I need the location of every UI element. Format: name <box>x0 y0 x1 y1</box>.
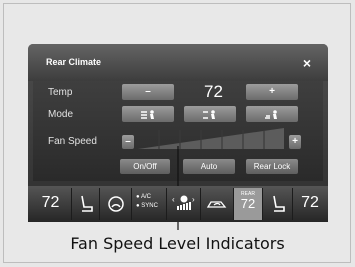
driver-temp[interactable]: 72 <box>30 188 72 220</box>
driver-seat-heat-button[interactable] <box>72 188 100 220</box>
auto-button[interactable]: Auto <box>183 159 235 174</box>
heated-steering-icon <box>107 196 124 212</box>
temp-down-button[interactable]: – <box>122 84 174 100</box>
ac-label: A/C <box>140 194 151 200</box>
mode-foot-icon <box>265 110 277 119</box>
temp-up-button[interactable]: + <box>246 84 298 100</box>
window-title: Rear Climate <box>46 57 102 67</box>
sync-label: SYNC <box>141 203 158 209</box>
figure-caption: Fan Speed Level Indicators <box>70 234 285 253</box>
close-icon[interactable]: × <box>298 54 316 72</box>
mode-face-icon <box>141 110 154 119</box>
seat-icon <box>272 195 285 212</box>
temp-label: Temp <box>48 87 73 98</box>
mode-foot-button[interactable] <box>246 106 298 122</box>
temp-value: 72 <box>204 82 223 101</box>
svg-text:‹: ‹ <box>172 195 175 204</box>
fan-speed-label: Fan Speed <box>48 136 97 147</box>
fan-icon: ‹ › <box>172 195 195 210</box>
mode-face-button[interactable] <box>122 106 174 122</box>
passenger-seat-heat-button[interactable] <box>263 188 293 220</box>
fan-up-button[interactable]: + <box>289 135 301 149</box>
fan-button[interactable]: ‹ › <box>167 188 201 220</box>
rear-temp: 72 <box>240 196 256 211</box>
passenger-temp[interactable]: 72 <box>293 188 327 220</box>
mode-bilevel-button[interactable] <box>184 106 236 122</box>
mode-bilevel-icon <box>203 110 215 119</box>
rear-climate-button[interactable]: REAR 72 <box>234 188 263 220</box>
on-off-button[interactable]: On/Off <box>120 159 170 174</box>
fan-down-button[interactable]: – <box>122 135 134 149</box>
ac-sync-button[interactable]: ● A/C ● SYNC <box>132 188 167 220</box>
rear-lock-button[interactable]: Rear Lock <box>246 159 298 174</box>
svg-text:›: › <box>192 195 195 204</box>
recirculation-button[interactable] <box>201 188 234 220</box>
fan-speed-level-indicators <box>138 128 284 149</box>
steering-heat-button[interactable] <box>100 188 132 220</box>
car-recirculation-icon <box>206 201 227 208</box>
mode-label: Mode <box>48 109 74 120</box>
seat-icon <box>80 195 93 212</box>
